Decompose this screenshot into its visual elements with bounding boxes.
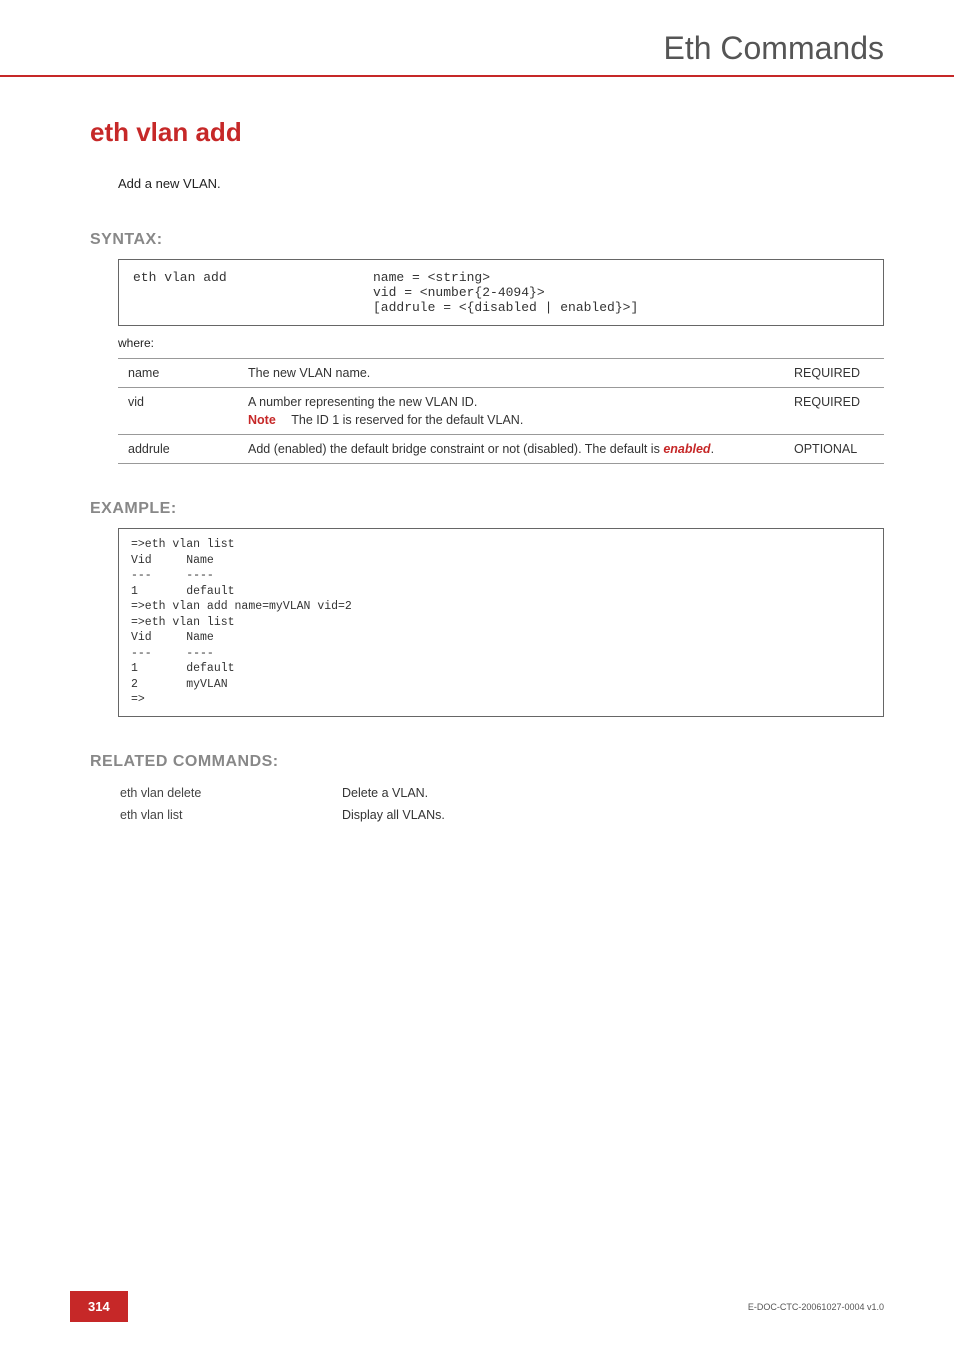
param-note-text: The ID 1 is reserved for the default VLA… bbox=[291, 413, 523, 427]
table-row: addrule Add (enabled) the default bridge… bbox=[118, 435, 884, 464]
table-row: eth vlan delete Delete a VLAN. bbox=[120, 783, 445, 803]
related-desc: Display all VLANs. bbox=[342, 805, 445, 825]
related-table: eth vlan delete Delete a VLAN. eth vlan … bbox=[118, 781, 447, 827]
param-desc: Add (enabled) the default bridge constra… bbox=[238, 435, 784, 464]
note-label: Note bbox=[248, 413, 288, 427]
table-row: vid A number representing the new VLAN I… bbox=[118, 388, 884, 435]
syntax-command: eth vlan add bbox=[133, 270, 373, 315]
param-name: addrule bbox=[118, 435, 238, 464]
param-desc: A number representing the new VLAN ID. N… bbox=[238, 388, 784, 435]
command-title: eth vlan add bbox=[90, 117, 884, 148]
example-heading: EXAMPLE: bbox=[90, 500, 884, 518]
param-name: name bbox=[118, 359, 238, 388]
document-id: E-DOC-CTC-20061027-0004 v1.0 bbox=[748, 1302, 884, 1312]
param-desc-emph: enabled bbox=[663, 442, 710, 456]
syntax-heading: SYNTAX: bbox=[90, 231, 884, 249]
param-desc: The new VLAN name. bbox=[238, 359, 784, 388]
where-label: where: bbox=[118, 336, 884, 350]
page-footer: 314 E-DOC-CTC-20061027-0004 v1.0 bbox=[0, 1291, 954, 1322]
related-desc: Delete a VLAN. bbox=[342, 783, 445, 803]
related-heading: RELATED COMMANDS: bbox=[90, 753, 884, 771]
command-description: Add a new VLAN. bbox=[118, 176, 884, 191]
param-desc-pre: Add (enabled) the default bridge constra… bbox=[248, 442, 663, 456]
table-row: name The new VLAN name. REQUIRED bbox=[118, 359, 884, 388]
example-box: =>eth vlan list Vid Name --- ---- 1 defa… bbox=[118, 528, 884, 717]
param-desc-text: A number representing the new VLAN ID. bbox=[248, 395, 477, 409]
param-note-row: Note The ID 1 is reserved for the defaul… bbox=[248, 413, 774, 427]
syntax-box: eth vlan add name = <string> vid = <numb… bbox=[118, 259, 884, 326]
param-req: REQUIRED bbox=[784, 359, 884, 388]
syntax-args: name = <string> vid = <number{2-4094}> [… bbox=[373, 270, 638, 315]
page-header: Eth Commands bbox=[0, 0, 954, 77]
content-area: eth vlan add Add a new VLAN. SYNTAX: eth… bbox=[0, 77, 954, 827]
param-name: vid bbox=[118, 388, 238, 435]
related-cmd: eth vlan delete bbox=[120, 783, 340, 803]
param-req: REQUIRED bbox=[784, 388, 884, 435]
page-number-badge: 314 bbox=[70, 1291, 128, 1322]
params-table: name The new VLAN name. REQUIRED vid A n… bbox=[118, 358, 884, 464]
related-cmd: eth vlan list bbox=[120, 805, 340, 825]
param-desc-post: . bbox=[711, 442, 714, 456]
param-req: OPTIONAL bbox=[784, 435, 884, 464]
table-row: eth vlan list Display all VLANs. bbox=[120, 805, 445, 825]
header-title: Eth Commands bbox=[663, 30, 884, 67]
